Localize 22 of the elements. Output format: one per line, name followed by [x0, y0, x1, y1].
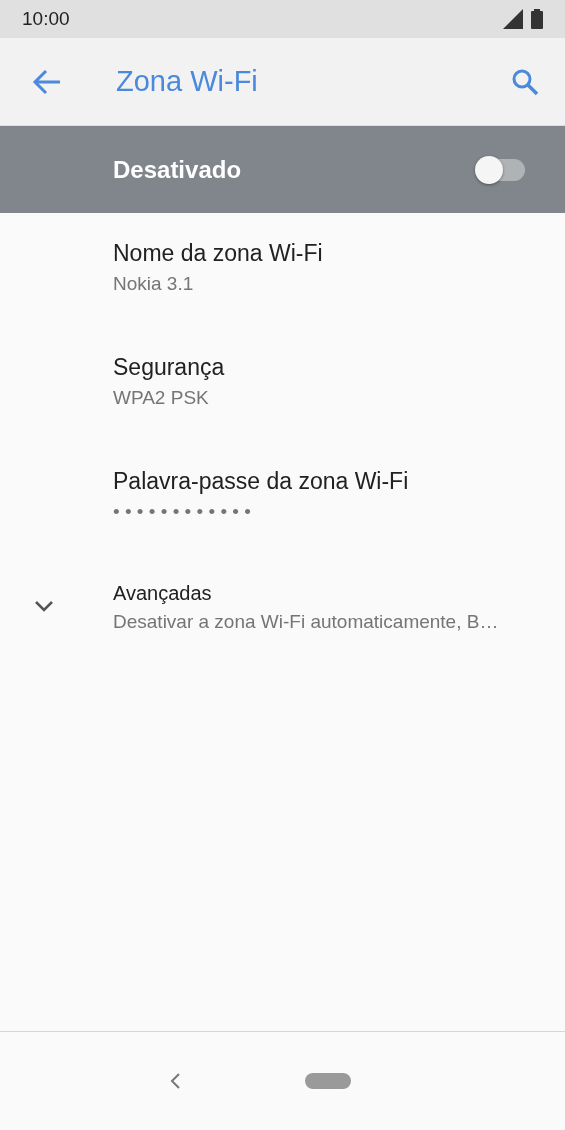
battery-icon — [531, 9, 543, 29]
signal-icon — [503, 9, 523, 29]
setting-item[interactable]: Palavra-passe da zona Wi-Fi • • • • • • • • • • • • — [0, 468, 565, 582]
setting-summary: Desativar a zona Wi-Fi automaticamente, B… — [113, 611, 499, 633]
setting-item[interactable]: Nome da zona Wi-Fi Nokia 3.1 — [0, 240, 565, 354]
search-icon — [511, 67, 539, 96]
setting-item[interactable]: Segurança WPA2 PSK — [0, 354, 565, 468]
setting-title: Nome da zona Wi-Fi — [113, 240, 323, 267]
setting-title: Palavra-passe da zona Wi-Fi — [113, 468, 409, 495]
setting-summary: Nokia 3.1 — [113, 273, 195, 295]
setting-summary: WPA2 PSK — [113, 387, 210, 409]
back-arrow-icon — [32, 68, 62, 95]
expandable-setting[interactable]: Avançadas Desativar a zona Wi-Fi automaticamente, B… — [0, 582, 565, 696]
toggle-switch[interactable] — [477, 158, 525, 181]
master-switch-label: Desativado — [113, 155, 243, 184]
setting-summary: • • • • • • • • • • • • — [113, 501, 252, 523]
home-button[interactable] — [304, 1073, 351, 1089]
chevron-left-icon — [168, 1072, 181, 1090]
setting-title: Avançadas — [113, 582, 213, 605]
status-time: 10:00 — [22, 8, 70, 30]
setting-title: Segurança — [113, 354, 225, 381]
screen-title: Zona Wi-Fi — [116, 65, 259, 98]
